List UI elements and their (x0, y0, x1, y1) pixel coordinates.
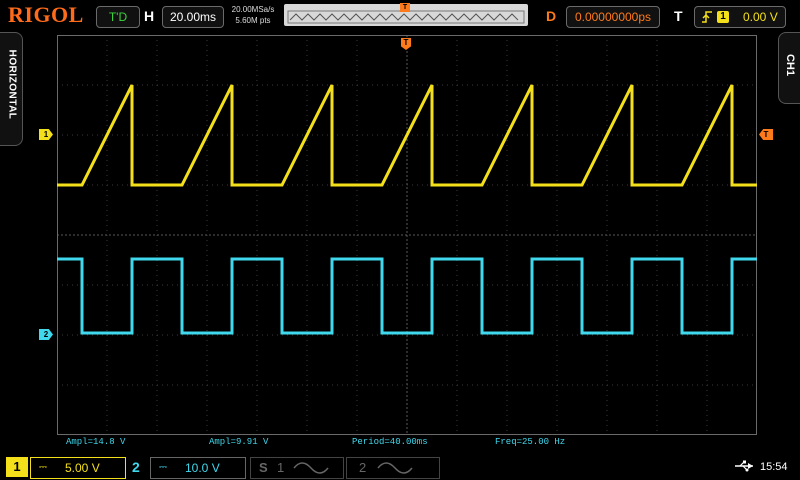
rising-edge-icon (702, 11, 712, 23)
ch1-offset-marker[interactable]: 1 (39, 129, 53, 140)
ch1-scale: 5.00 V (65, 461, 100, 475)
measurement-ch1-amplitude: Ampl=14.8 V (66, 437, 126, 447)
system-clock: 15:54 (760, 461, 788, 473)
memory-trigger-marker: T (400, 3, 410, 12)
ch1-badge[interactable]: 1 (6, 457, 28, 477)
delay-label: D (546, 8, 557, 24)
serial-decode-1-number: 1 (277, 460, 285, 475)
serial-decode-2-number: 2 (359, 460, 367, 475)
memory-overview-bar[interactable]: T (284, 3, 528, 26)
sine-wave-icon (293, 462, 329, 474)
run-state-label: T'D (108, 10, 128, 24)
horizontal-label: H (144, 8, 155, 24)
ch1-menu-tab[interactable]: CH1 (778, 32, 800, 104)
sine-wave-icon (377, 462, 413, 474)
trigger-source-badge: 1 (717, 11, 729, 23)
ch1-scale-box[interactable]: ⎓ 5.00 V (30, 457, 126, 479)
acquisition-info: 20.00MSa/s 5.60M pts (228, 4, 278, 26)
measurement-period: Period=40.00ms (352, 437, 428, 447)
trigger-level-marker[interactable]: T (759, 129, 773, 140)
timebase-value: 20.00ms (169, 10, 217, 24)
dc-coupling-icon: ⎓ (39, 462, 47, 473)
ch1-menu-label: CH1 (784, 53, 796, 76)
measurement-frequency: Freq=25.00 Hz (495, 437, 566, 447)
rigol-logo: RIGOL (8, 2, 84, 27)
horizontal-menu-label: HORIZONTAL (6, 49, 18, 120)
trigger-label: T (674, 8, 683, 24)
sample-rate: 20.00MSa/s (231, 5, 275, 14)
dc-coupling-icon: ⎓ (159, 462, 167, 473)
ch2-offset-marker[interactable]: 2 (39, 329, 53, 340)
usb-icon (735, 460, 753, 472)
trigger-display[interactable]: 1 0.00 V (694, 6, 786, 28)
serial-decode-2-box[interactable]: 2 (346, 457, 440, 479)
trigger-level: 0.00 V (743, 10, 778, 24)
serial-label: S (259, 460, 268, 475)
measurement-ch2-amplitude: Ampl=9.91 V (209, 437, 269, 447)
delay-display[interactable]: 0.00000000ps (566, 6, 660, 28)
run-state-indicator[interactable]: T'D (96, 6, 140, 28)
ch2-scale: 10.0 V (185, 461, 220, 475)
timebase-display[interactable]: 20.00ms (162, 6, 224, 28)
horizontal-menu-tab[interactable]: HORIZONTAL (0, 32, 23, 146)
ch2-scale-box[interactable]: ⎓ 10.0 V (150, 457, 246, 479)
memory-depth: 5.60M pts (235, 16, 271, 25)
waveform-grid[interactable] (57, 35, 757, 435)
delay-value: 0.00000000ps (574, 10, 652, 24)
serial-decode-1-box[interactable]: S 1 (250, 457, 344, 479)
ch2-badge[interactable]: 2 (132, 457, 140, 477)
